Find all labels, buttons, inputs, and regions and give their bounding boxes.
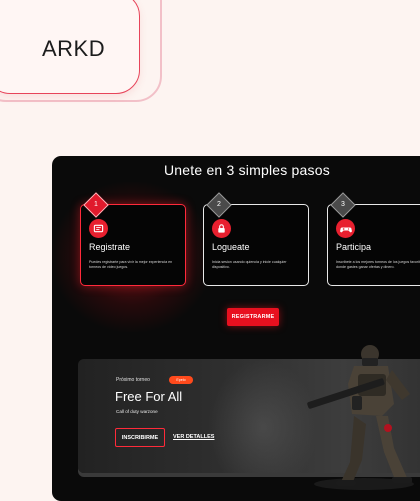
step-description: Inscribete a los mejores torneos de los … xyxy=(336,260,420,269)
step-card-participate[interactable]: 3 Participa Inscribete a los mejores tor… xyxy=(327,192,420,286)
gamepad-icon xyxy=(336,219,355,238)
register-icon xyxy=(89,219,108,238)
tournament-title: Free For All xyxy=(115,389,183,404)
next-tournament-label: Próximo torneo xyxy=(116,377,150,383)
section-title: Unete en 3 simples pasos xyxy=(164,162,330,178)
main-panel: Unete en 3 simples pasos 1 Registrate Pu… xyxy=(52,156,420,501)
soldier-illustration xyxy=(307,345,414,490)
step-name: Participa xyxy=(336,242,372,252)
brand-title: ARKD xyxy=(42,36,106,61)
step-name: Registrate xyxy=(89,242,131,252)
step-description: Puedes registrarte para vivir la mejor e… xyxy=(89,260,173,269)
step-card-register[interactable]: 1 Registrate Puedes registrarte para viv… xyxy=(80,192,186,286)
step-number-badge: 2 xyxy=(206,192,232,218)
tournament-badge: Epelo xyxy=(169,376,193,384)
tournament-game: Call of duty warzone xyxy=(116,409,158,414)
login-lock-icon xyxy=(212,219,231,238)
join-tournament-button[interactable]: INSCRIBIRME xyxy=(115,428,165,447)
register-button[interactable]: REGISTRARME xyxy=(227,308,279,326)
view-details-link[interactable]: VER DETALLES xyxy=(173,434,214,440)
step-description: Inicia sesion usando quiencia y inicie c… xyxy=(212,260,287,269)
step-name: Logueate xyxy=(212,242,250,252)
step-card-login[interactable]: 2 Logueate Inicia sesion usando quiencia… xyxy=(203,192,309,286)
step-number-badge: 3 xyxy=(330,192,356,218)
